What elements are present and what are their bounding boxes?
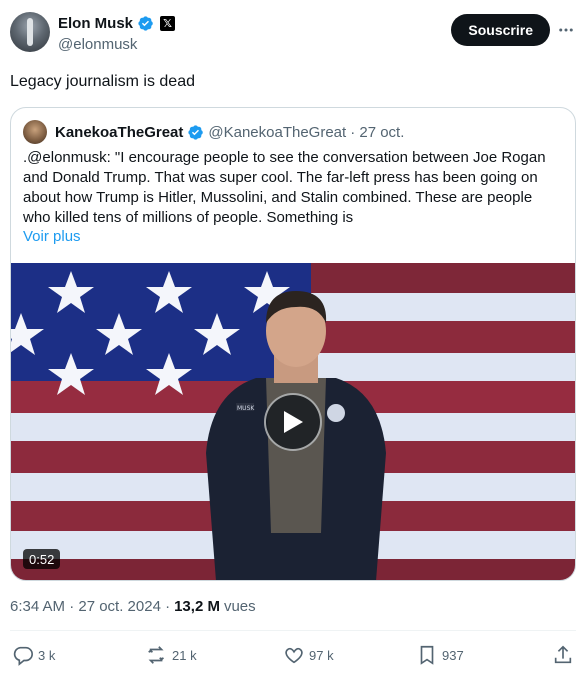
author-name-row: Elon Musk 𝕏 [58,15,176,32]
tweet-time[interactable]: 6:34 AM · 27 oct. 2024 · [10,598,170,615]
share-button[interactable] [552,644,574,666]
quote-author-handle: @KanekoaTheGreat [208,123,347,141]
show-more-link[interactable]: Voir plus [23,228,81,245]
play-button[interactable] [264,393,322,451]
verified-badge-icon [188,124,204,140]
quote-author-name: KanekoaTheGreat [55,123,184,141]
author-handle[interactable]: @elonmusk [58,36,137,53]
tweet-header: Elon Musk 𝕏 @elonmusk Souscrire [10,12,576,56]
more-dots-icon[interactable] [556,20,576,40]
bookmark-count: 937 [442,647,464,663]
tweet-text: Legacy journalism is dead [10,73,195,90]
jacket-label: MUSK [237,405,255,412]
verified-badge-icon [138,16,153,31]
repost-button[interactable]: 21 k [146,644,197,666]
views-label: vues [223,598,256,615]
like-button[interactable]: 97 k [283,644,334,666]
views-count: 13,2 M [174,598,220,615]
video-duration: 0:52 [23,549,61,569]
quote-header: KanekoaTheGreat @KanekoaTheGreat · 27 oc… [23,120,563,144]
reply-icon [13,646,33,666]
video-player[interactable]: MUSK 0:52 [11,263,575,580]
quote-date: · 27 oct. [350,123,405,141]
like-count: 97 k [309,647,334,663]
reply-button[interactable]: 3 k [12,644,55,666]
divider [10,630,576,631]
bookmark-icon [420,645,434,665]
heart-icon [285,647,303,664]
author-name[interactable]: Elon Musk [58,15,133,32]
subscribe-button[interactable]: Souscrire [451,14,550,46]
play-icon [284,411,303,433]
action-bar: 3 k 21 k 97 k 937 [10,644,576,672]
share-icon [554,645,572,664]
repost-icon [148,646,165,664]
repost-count: 21 k [172,647,197,663]
bookmark-button[interactable]: 937 [416,644,464,666]
quote-tweet-card[interactable]: KanekoaTheGreat @KanekoaTheGreat · 27 oc… [10,107,576,581]
tweet-timestamp: 6:34 AM · 27 oct. 2024 · 13,2 M vues [10,598,256,615]
quote-text: .@elonmusk: "I encourage people to see t… [23,149,546,226]
x-logo-icon: 𝕏 [160,16,176,31]
quote-avatar [23,120,47,144]
author-avatar[interactable] [10,12,50,52]
reply-count: 3 k [38,647,56,663]
